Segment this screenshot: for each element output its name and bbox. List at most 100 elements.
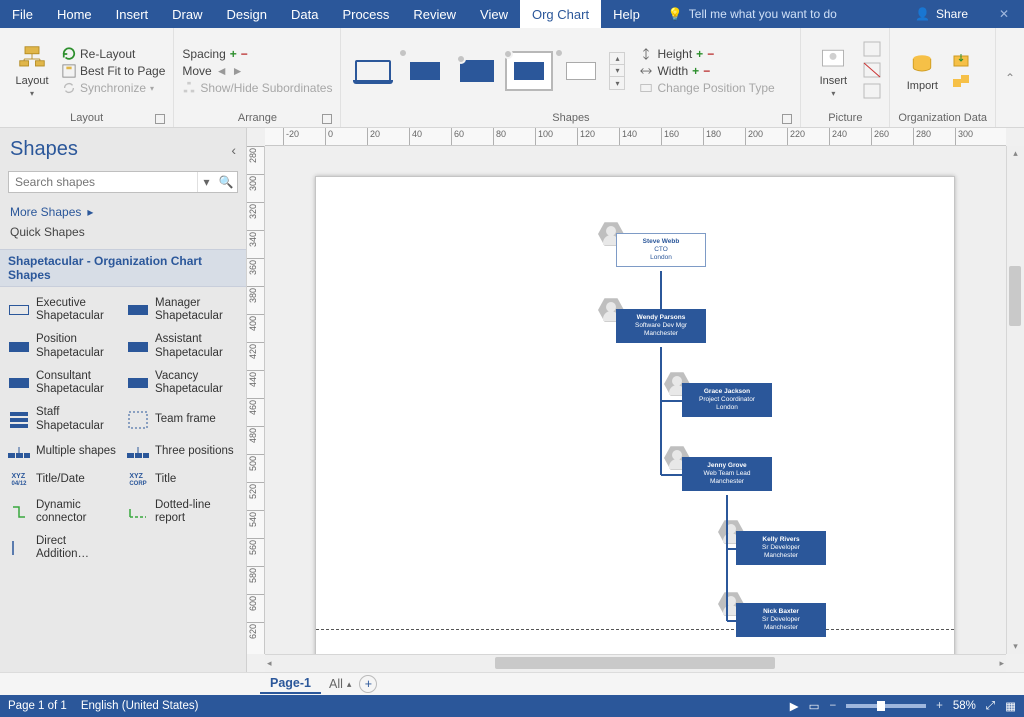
stencil-header[interactable]: Shapetacular - Organization Chart Shapes — [0, 249, 246, 287]
zoom-slider[interactable] — [846, 704, 926, 708]
change-picture-icon[interactable] — [863, 41, 881, 59]
spacing-control[interactable]: Spacing + − — [182, 47, 332, 61]
arrow-right-icon[interactable]: ► — [232, 64, 244, 78]
add-page-button[interactable]: + — [359, 675, 377, 693]
minus-icon[interactable]: − — [707, 47, 714, 61]
share-button[interactable]: 👤 Share — [899, 0, 984, 28]
shape-style-gallery[interactable]: ▴ ▾ ▾ — [349, 32, 625, 110]
plus-icon[interactable]: + — [692, 64, 699, 78]
chevron-up-icon[interactable]: ▴ — [610, 53, 624, 65]
show-hide-picture-icon[interactable] — [863, 62, 881, 80]
more-shapes-link[interactable]: More Shapes▸ — [10, 205, 236, 219]
page-tab-1[interactable]: Page-1 — [260, 674, 321, 694]
tab-help[interactable]: Help — [601, 0, 652, 28]
compare-icon[interactable] — [952, 73, 970, 91]
tab-file[interactable]: File — [0, 0, 45, 28]
dialog-launcher-icon[interactable] — [155, 114, 165, 124]
collapse-pane-icon[interactable]: ‹ — [231, 142, 236, 158]
record-macro-icon[interactable]: ▶ — [790, 699, 799, 713]
all-pages-button[interactable]: All▴ — [329, 677, 351, 691]
shape-item[interactable]: Vacancy Shapetacular — [125, 368, 240, 398]
layout-button[interactable]: Layout ▾ — [8, 32, 56, 110]
scroll-down-icon[interactable]: ▾ — [1007, 641, 1024, 652]
synchronize-button[interactable]: Synchronize ▾ — [62, 81, 165, 95]
shape-item[interactable]: Staff Shapetacular — [6, 404, 121, 434]
presentation-mode-icon[interactable]: ▭ — [809, 699, 820, 713]
style-thumb-4-selected[interactable] — [505, 51, 553, 91]
collapse-ribbon-button[interactable]: ⌃ — [996, 28, 1024, 127]
arrow-left-icon[interactable]: ◄ — [216, 64, 228, 78]
scroll-thumb[interactable] — [1009, 266, 1021, 326]
org-node[interactable]: Grace JacksonProject CoordinatorLondon — [682, 383, 772, 417]
shape-item[interactable]: Executive Shapetacular — [6, 295, 121, 325]
page[interactable]: Steve WebbCTOLondon Wendy ParsonsSoftware… — [315, 176, 955, 654]
org-node[interactable]: Kelly RiversSr DeveloperManchester — [736, 531, 826, 565]
minus-icon[interactable]: − — [241, 47, 248, 61]
quick-shapes-link[interactable]: Quick Shapes — [10, 225, 236, 239]
shape-item[interactable]: XYZ04/12Title/Date — [6, 469, 121, 491]
tab-insert[interactable]: Insert — [104, 0, 161, 28]
org-node[interactable]: Steve WebbCTOLondon — [616, 233, 706, 267]
shape-item[interactable]: Direct Addition… — [6, 533, 121, 563]
minus-icon[interactable]: − — [703, 64, 710, 78]
gallery-more-icon[interactable]: ▾ — [610, 77, 624, 89]
tab-process[interactable]: Process — [330, 0, 401, 28]
search-dropdown-icon[interactable]: ▾ — [197, 172, 215, 192]
tab-design[interactable]: Design — [215, 0, 279, 28]
canvas[interactable]: Steve WebbCTOLondon Wendy ParsonsSoftware… — [265, 146, 1006, 654]
delete-picture-icon[interactable] — [863, 83, 881, 101]
org-node[interactable]: Jenny GroveWeb Team LeadManchester — [682, 457, 772, 491]
search-shapes[interactable]: ▾ 🔍 — [8, 171, 238, 193]
height-control[interactable]: Height + − — [639, 47, 774, 61]
plus-icon[interactable]: + — [230, 47, 237, 61]
style-thumb-5[interactable] — [557, 51, 605, 91]
shape-item[interactable]: Position Shapetacular — [6, 331, 121, 361]
tab-data[interactable]: Data — [279, 0, 330, 28]
zoom-handle[interactable] — [877, 701, 885, 711]
status-language[interactable]: English (United States) — [81, 700, 199, 712]
export-icon[interactable] — [952, 52, 970, 70]
horizontal-scrollbar[interactable]: ◂ ▸ — [265, 654, 1006, 672]
shape-item[interactable]: Dotted-line report — [125, 497, 240, 527]
relayout-button[interactable]: Re-Layout — [62, 47, 165, 61]
close-button[interactable]: ✕ — [984, 0, 1024, 28]
tab-draw[interactable]: Draw — [160, 0, 214, 28]
style-thumb-2[interactable] — [401, 51, 449, 91]
move-control[interactable]: Move ◄ ► — [182, 64, 332, 78]
zoom-value[interactable]: 58% — [953, 700, 976, 712]
org-node[interactable]: Wendy ParsonsSoftware Dev MgrManchester — [616, 309, 706, 343]
pan-zoom-icon[interactable]: ▦ — [1005, 699, 1016, 713]
style-thumb-1[interactable] — [349, 51, 397, 91]
bestfit-button[interactable]: Best Fit to Page — [62, 64, 165, 78]
dialog-launcher-icon[interactable] — [322, 114, 332, 124]
shape-item[interactable]: Assistant Shapetacular — [125, 331, 240, 361]
style-thumb-3[interactable] — [453, 51, 501, 91]
tell-me[interactable]: 💡 Tell me what you want to do — [652, 0, 837, 28]
shape-item[interactable]: Team frame — [125, 404, 240, 434]
scroll-left-icon[interactable]: ◂ — [267, 655, 272, 672]
import-button[interactable]: Import — [898, 32, 946, 110]
width-control[interactable]: Width + − — [639, 64, 774, 78]
tab-review[interactable]: Review — [401, 0, 468, 28]
dialog-launcher-icon[interactable] — [782, 114, 792, 124]
gallery-scroller[interactable]: ▴ ▾ ▾ — [609, 52, 625, 90]
plus-icon[interactable]: + — [696, 47, 703, 61]
scroll-right-icon[interactable]: ▸ — [999, 655, 1004, 672]
shape-item[interactable]: XYZCORPTitle — [125, 469, 240, 491]
shape-item[interactable]: Multiple shapes — [6, 441, 121, 463]
search-input[interactable] — [9, 172, 197, 192]
scroll-thumb[interactable] — [495, 657, 775, 669]
tab-view[interactable]: View — [468, 0, 520, 28]
shape-item[interactable]: Dynamic connector — [6, 497, 121, 527]
insert-picture-button[interactable]: Insert ▾ — [809, 32, 857, 110]
shape-item[interactable]: Manager Shapetacular — [125, 295, 240, 325]
vertical-scrollbar[interactable]: ▴ ▾ — [1006, 146, 1024, 654]
fit-page-icon[interactable]: ⤢ — [986, 700, 995, 713]
tab-home[interactable]: Home — [45, 0, 104, 28]
org-node[interactable]: Nick BaxterSr DeveloperManchester — [736, 603, 826, 637]
showhide-button[interactable]: Show/Hide Subordinates — [182, 81, 332, 95]
tab-org-chart[interactable]: Org Chart — [520, 0, 601, 28]
shape-item[interactable]: Three positions — [125, 441, 240, 463]
change-position-type-button[interactable]: Change Position Type — [639, 81, 774, 95]
scroll-up-icon[interactable]: ▴ — [1007, 148, 1024, 159]
